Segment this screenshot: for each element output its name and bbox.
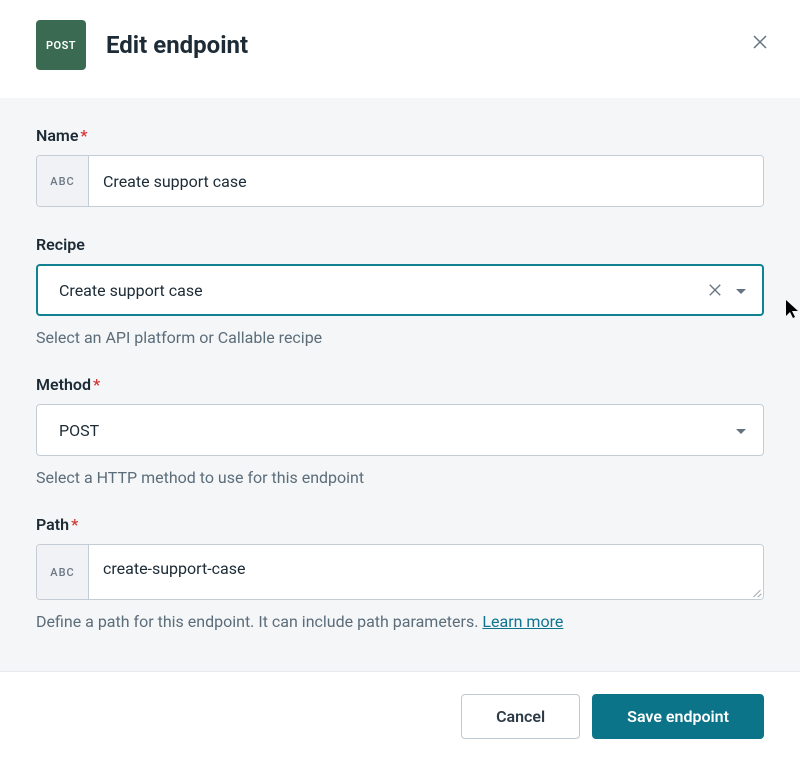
recipe-select[interactable]: Create support case xyxy=(36,264,764,316)
modal-header: POST Edit endpoint xyxy=(0,0,800,98)
required-mark: * xyxy=(93,375,100,394)
recipe-label: Recipe xyxy=(36,235,764,254)
modal-footer: Cancel Save endpoint xyxy=(0,671,800,763)
name-input-wrapper: ABC xyxy=(36,155,764,207)
close-icon xyxy=(752,34,768,50)
chevron-down-icon xyxy=(735,426,747,438)
recipe-arrow xyxy=(735,283,749,297)
method-arrow xyxy=(735,423,749,437)
clear-icon xyxy=(708,283,722,297)
name-input[interactable] xyxy=(89,156,763,206)
method-label: Method* xyxy=(36,375,764,394)
modal-title: Edit endpoint xyxy=(106,31,248,59)
save-endpoint-button[interactable]: Save endpoint xyxy=(592,694,764,739)
method-value: POST xyxy=(59,421,735,440)
learn-more-link[interactable]: Learn more xyxy=(482,612,563,631)
path-help: Define a path for this endpoint. It can … xyxy=(36,612,764,631)
recipe-clear-button[interactable] xyxy=(705,280,725,300)
method-select[interactable]: POST xyxy=(36,404,764,456)
recipe-value: Create support case xyxy=(59,281,705,300)
name-field-group: Name* ABC xyxy=(36,126,764,207)
path-input-wrapper: ABC xyxy=(36,544,764,600)
required-mark: * xyxy=(80,126,87,145)
path-input[interactable] xyxy=(89,545,763,599)
recipe-field-group: Recipe Create support case Select an API… xyxy=(36,235,764,347)
recipe-help: Select an API platform or Callable recip… xyxy=(36,328,764,347)
required-mark: * xyxy=(71,515,78,534)
path-label: Path* xyxy=(36,515,764,534)
cancel-button[interactable]: Cancel xyxy=(461,694,580,739)
close-button[interactable] xyxy=(748,30,772,54)
method-badge: POST xyxy=(36,20,86,70)
name-label: Name* xyxy=(36,126,764,145)
path-field-group: Path* ABC Define a path for this endpoin… xyxy=(36,515,764,631)
path-input-prefix: ABC xyxy=(37,545,89,599)
method-help: Select a HTTP method to use for this end… xyxy=(36,468,764,487)
form-body: Name* ABC Recipe Create support case Sel… xyxy=(0,98,800,671)
chevron-down-icon xyxy=(735,286,747,298)
method-field-group: Method* POST Select a HTTP method to use… xyxy=(36,375,764,487)
name-input-prefix: ABC xyxy=(37,156,89,206)
